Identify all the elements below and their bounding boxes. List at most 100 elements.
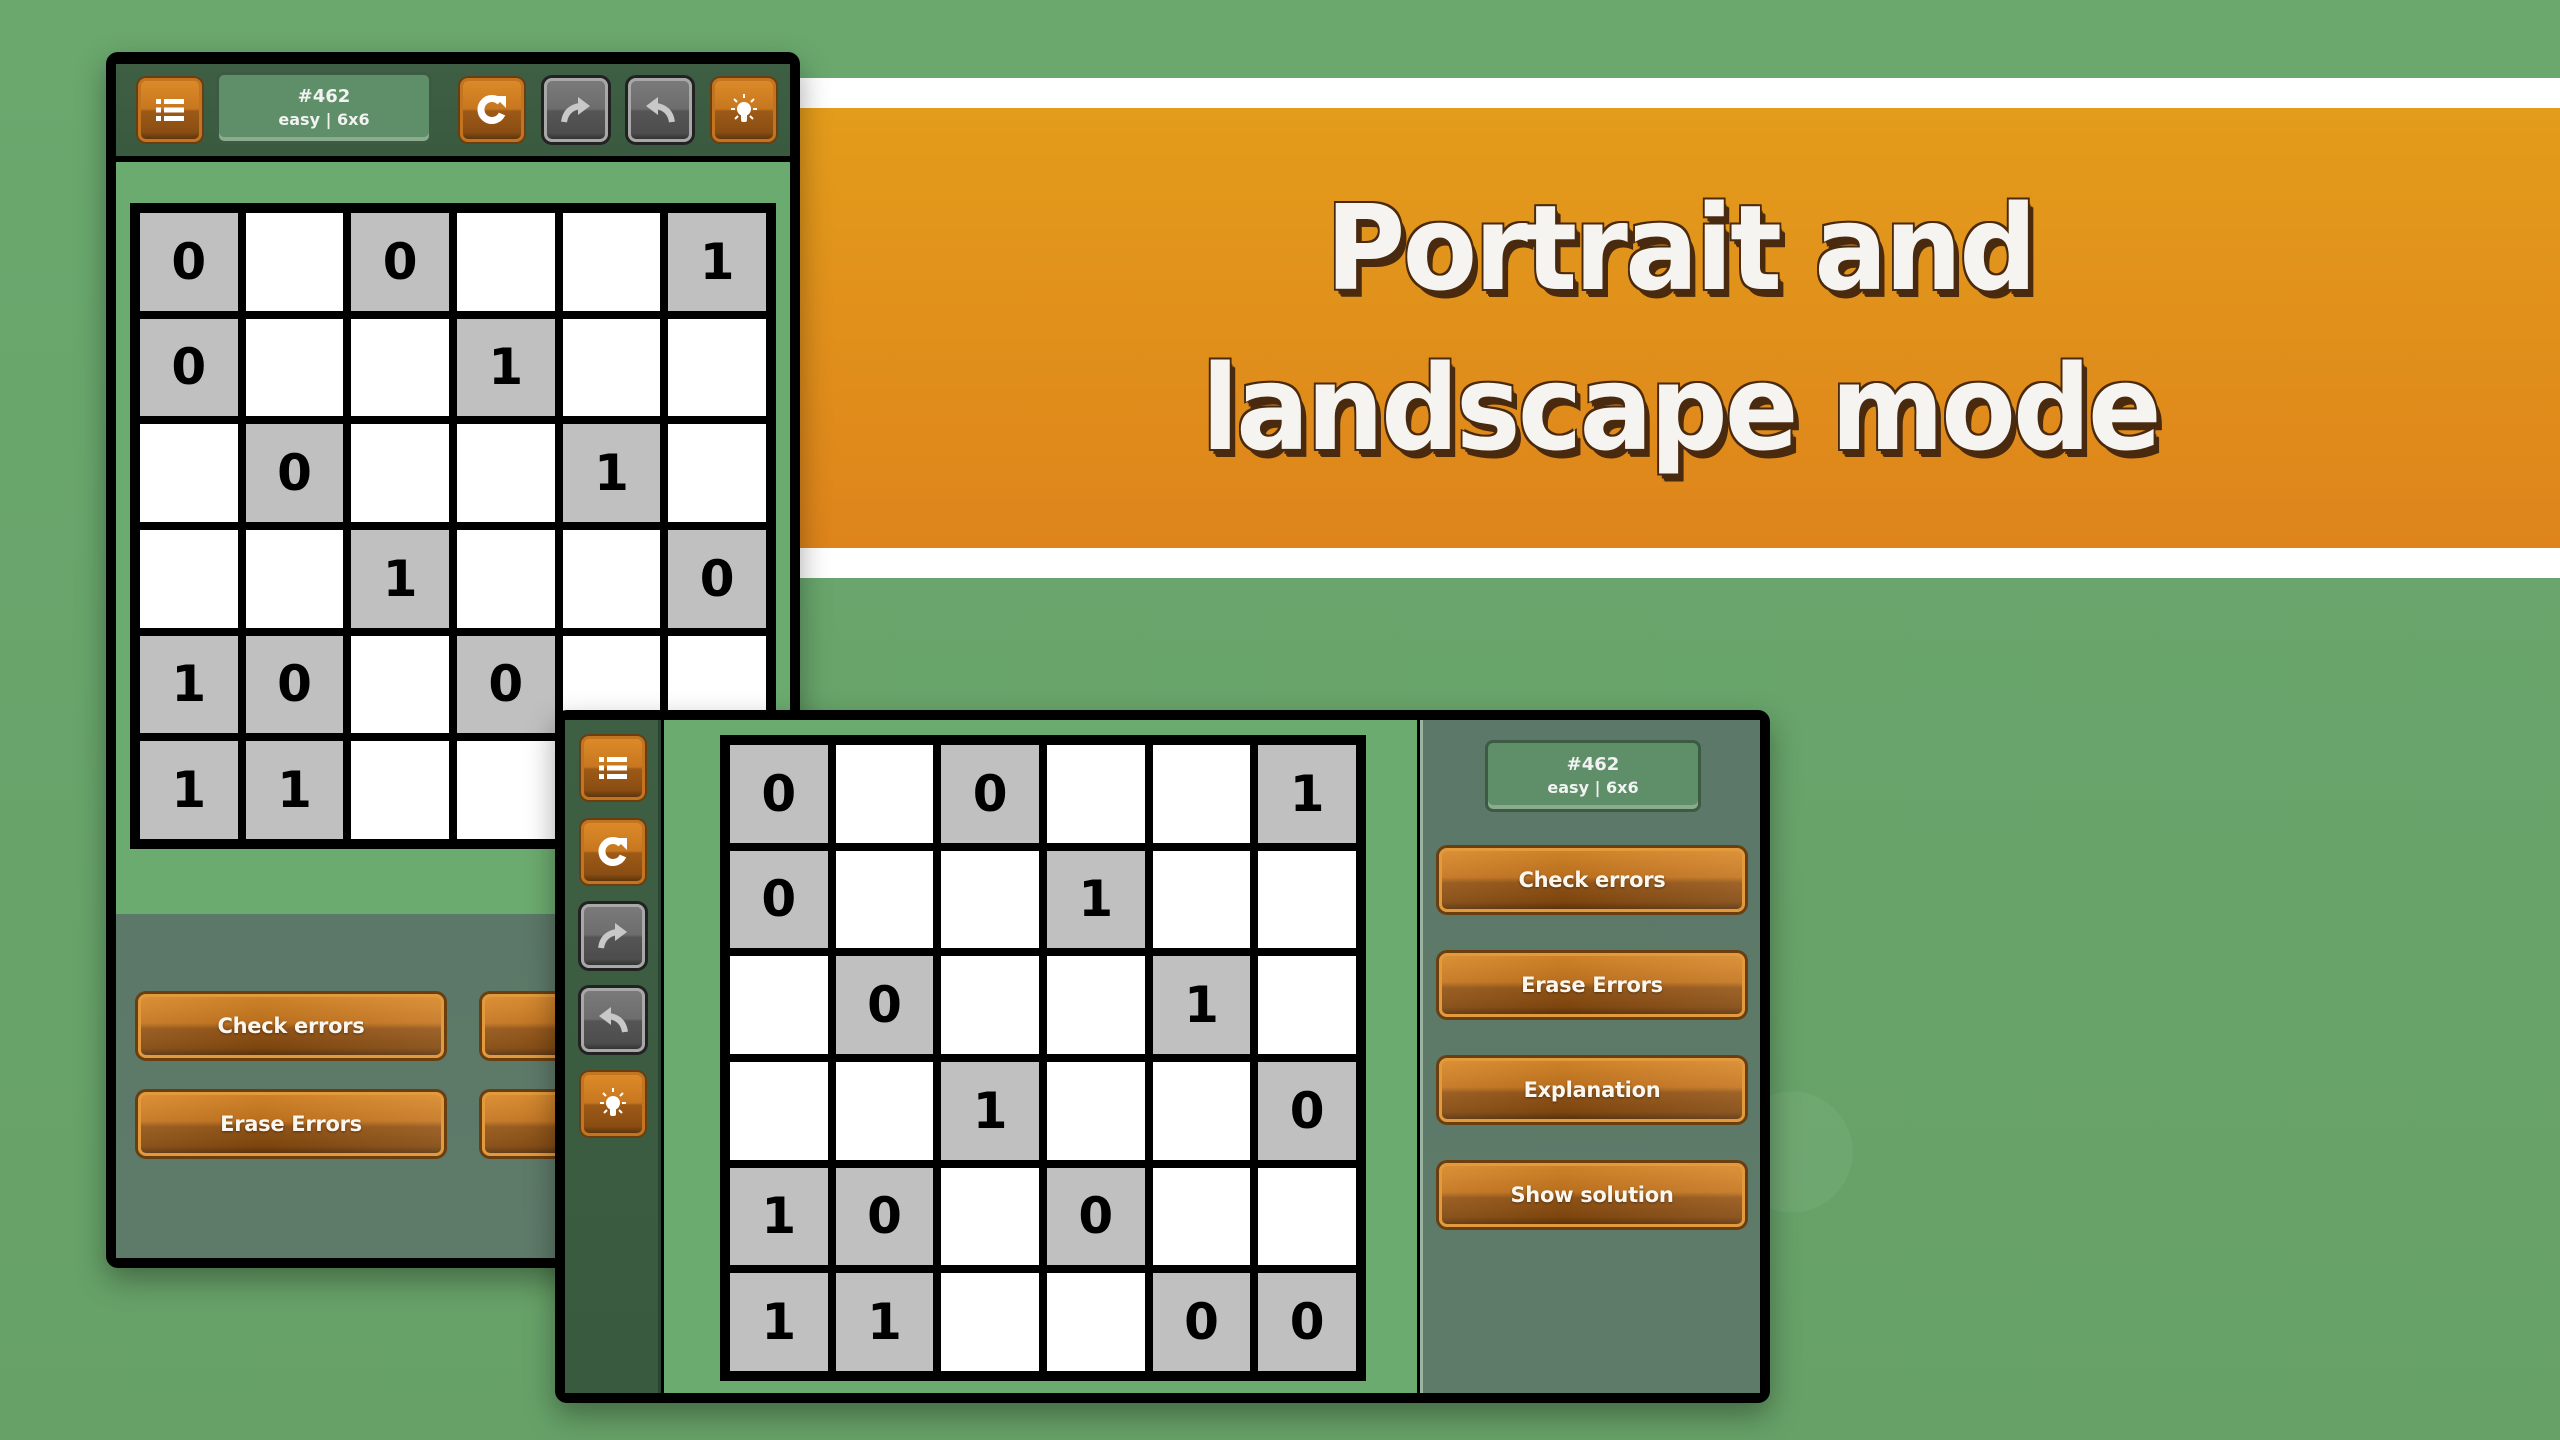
grid-cell[interactable] <box>351 635 449 734</box>
restart-button[interactable] <box>460 78 524 142</box>
grid-cell[interactable] <box>562 529 661 628</box>
restart-icon <box>598 837 627 866</box>
grid-cell[interactable] <box>668 318 766 417</box>
redo-icon <box>598 923 627 949</box>
grid-cell: 1 <box>730 1273 828 1371</box>
redo-button[interactable] <box>581 904 645 968</box>
hint-lightbulb-icon <box>600 1088 626 1116</box>
redo-button[interactable] <box>544 78 608 142</box>
grid-cell: 1 <box>1046 850 1145 949</box>
grid-cell[interactable] <box>1258 850 1356 949</box>
grid-cell[interactable] <box>140 424 238 522</box>
grid-cell: 1 <box>140 635 238 734</box>
restart-icon <box>477 95 506 124</box>
explanation-button[interactable]: Explanation <box>1439 1058 1745 1122</box>
grid-cell[interactable] <box>456 424 555 522</box>
landscape-side-toolbar <box>565 720 661 1393</box>
erase-errors-button[interactable]: Erase Errors <box>138 1092 444 1156</box>
grid-cell[interactable] <box>140 529 238 628</box>
grid-cell[interactable] <box>1258 1167 1356 1266</box>
menu-button[interactable] <box>581 736 645 800</box>
grid-cell[interactable] <box>835 745 934 843</box>
promo-banner: Portrait and landscape mode <box>800 78 2560 578</box>
grid-cell[interactable] <box>351 424 449 522</box>
menu-icon <box>599 757 627 779</box>
grid-cell[interactable] <box>1152 1167 1251 1266</box>
grid-cell[interactable] <box>1046 1061 1145 1160</box>
grid-cell[interactable] <box>456 213 555 311</box>
landscape-actions-panel: #462 easy | 6x6 Check errors Erase Error… <box>1420 720 1760 1393</box>
portrait-header-toolbar: #462 easy | 6x6 <box>116 64 790 156</box>
grid-cell[interactable] <box>562 318 661 417</box>
grid-cell: 1 <box>835 1273 934 1371</box>
grid-cell[interactable] <box>1046 1273 1145 1371</box>
grid-cell: 1 <box>941 1061 1039 1160</box>
grid-cell: 1 <box>668 213 766 311</box>
grid-cell: 1 <box>351 529 449 628</box>
grid-cell[interactable] <box>245 529 344 628</box>
grid-cell: 0 <box>1258 1061 1356 1160</box>
puzzle-info-box: #462 easy | 6x6 <box>1485 740 1701 812</box>
undo-button[interactable] <box>628 78 692 142</box>
grid-cell[interactable] <box>668 424 766 522</box>
grid-cell: 0 <box>835 1167 934 1266</box>
restart-button[interactable] <box>581 820 645 884</box>
grid-cell[interactable] <box>1152 1061 1251 1160</box>
hint-button[interactable] <box>581 1072 645 1136</box>
grid-cell: 0 <box>1046 1167 1145 1266</box>
puzzle-number: #462 <box>1566 754 1620 775</box>
grid-cell[interactable] <box>730 1061 828 1160</box>
undo-button[interactable] <box>581 988 645 1052</box>
grid-cell[interactable] <box>1152 850 1251 949</box>
grid-cell: 0 <box>1152 1273 1251 1371</box>
grid-cell[interactable] <box>456 741 555 839</box>
undo-icon <box>646 97 675 123</box>
grid-cell: 1 <box>245 741 344 839</box>
puzzle-number: #462 <box>297 86 351 107</box>
grid-cell[interactable] <box>1046 745 1145 843</box>
grid-cell[interactable] <box>1046 956 1145 1054</box>
menu-icon <box>156 99 184 121</box>
check-errors-button[interactable]: Check errors <box>138 994 444 1058</box>
grid-cell: 0 <box>730 850 828 949</box>
grid-cell[interactable] <box>456 529 555 628</box>
grid-cell[interactable] <box>351 318 449 417</box>
grid-cell[interactable] <box>730 956 828 1054</box>
grid-cell[interactable] <box>245 318 344 417</box>
grid-cell[interactable] <box>562 213 661 311</box>
banner-title-line-2: landscape mode <box>1201 339 2161 477</box>
grid-cell[interactable] <box>835 850 934 949</box>
grid-cell: 0 <box>730 745 828 843</box>
grid-cell: 1 <box>1258 745 1356 843</box>
landscape-board-area: 0010101101001100 <box>664 720 1417 1393</box>
grid-cell: 0 <box>835 956 934 1054</box>
grid-cell[interactable] <box>941 956 1039 1054</box>
hint-button[interactable] <box>712 78 776 142</box>
grid-cell: 1 <box>456 318 555 417</box>
grid-cell: 0 <box>668 529 766 628</box>
grid-cell: 0 <box>1258 1273 1356 1371</box>
grid-cell: 0 <box>351 213 449 311</box>
grid-cell: 0 <box>140 213 238 311</box>
puzzle-difficulty-size: easy | 6x6 <box>278 110 370 129</box>
show-solution-button[interactable]: Show solution <box>1439 1163 1745 1227</box>
grid-cell[interactable] <box>351 741 449 839</box>
puzzle-difficulty-size: easy | 6x6 <box>1547 778 1639 797</box>
check-errors-button[interactable]: Check errors <box>1439 848 1745 912</box>
erase-errors-button[interactable]: Erase Errors <box>1439 953 1745 1017</box>
grid-cell: 0 <box>941 745 1039 843</box>
grid-cell[interactable] <box>1152 745 1251 843</box>
grid-cell[interactable] <box>245 213 344 311</box>
grid-cell[interactable] <box>941 1273 1039 1371</box>
grid-cell[interactable] <box>941 850 1039 949</box>
puzzle-info-box: #462 easy | 6x6 <box>216 72 432 144</box>
grid-cell: 0 <box>140 318 238 417</box>
grid-cell: 1 <box>1152 956 1251 1054</box>
grid-cell[interactable] <box>835 1061 934 1160</box>
grid-cell: 0 <box>456 635 555 734</box>
grid-cell: 1 <box>562 424 661 522</box>
redo-icon <box>561 97 590 123</box>
menu-button[interactable] <box>138 78 202 142</box>
grid-cell[interactable] <box>941 1167 1039 1266</box>
grid-cell[interactable] <box>1258 956 1356 1054</box>
